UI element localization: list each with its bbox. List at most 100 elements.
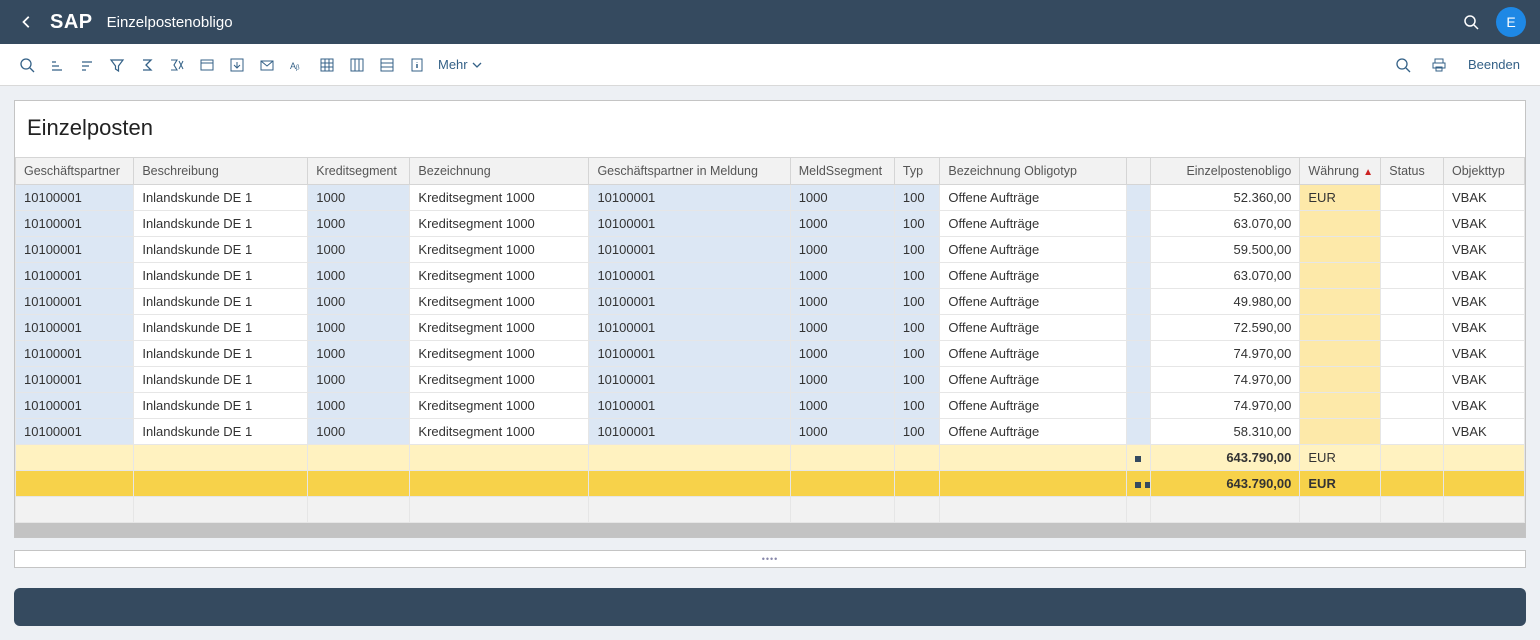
grid-button[interactable] <box>312 50 342 80</box>
cell-status <box>1381 419 1444 445</box>
cell-gp: 10100001 <box>16 237 134 263</box>
col-status[interactable]: Status <box>1381 158 1444 185</box>
user-avatar[interactable]: E <box>1496 7 1526 37</box>
col-bez[interactable]: Bezeichnung <box>410 158 589 185</box>
cell-otyp: VBAK <box>1444 289 1525 315</box>
col-besch[interactable]: Beschreibung <box>134 158 308 185</box>
col-flag[interactable] <box>1127 158 1150 185</box>
subtotal-button[interactable] <box>162 50 192 80</box>
cell-besch: Inlandskunde DE 1 <box>134 367 308 393</box>
cell-bezot: Offene Aufträge <box>940 393 1127 419</box>
cell-gp: 10100001 <box>16 315 134 341</box>
col-gp[interactable]: Geschäftspartner <box>16 158 134 185</box>
export-button[interactable] <box>222 50 252 80</box>
cell-bezot: Offene Aufträge <box>940 341 1127 367</box>
cell-ep: 52.360,00 <box>1150 185 1300 211</box>
cell-besch <box>134 471 308 497</box>
col-typ[interactable]: Typ <box>894 158 940 185</box>
col-otyp[interactable]: Objekttyp <box>1444 158 1525 185</box>
cell-bezot <box>940 471 1127 497</box>
cell-gp: 10100001 <box>16 367 134 393</box>
cell-typ: 100 <box>894 185 940 211</box>
cell-typ: 100 <box>894 341 940 367</box>
cell-bez: Kreditsegment 1000 <box>410 341 589 367</box>
table-row[interactable]: 10100001Inlandskunde DE 11000Kreditsegme… <box>16 315 1525 341</box>
cell-wkz <box>1300 315 1381 341</box>
line-items-table[interactable]: GeschäftspartnerBeschreibungKreditsegmen… <box>15 157 1525 523</box>
col-wkz[interactable]: Währung▲ <box>1300 158 1381 185</box>
shell-header: SAP Einzelpostenobligo E <box>0 0 1540 44</box>
sort-asc-button[interactable] <box>42 50 72 80</box>
table-row[interactable]: 10100001Inlandskunde DE 11000Kreditsegme… <box>16 237 1525 263</box>
cell-otyp: VBAK <box>1444 341 1525 367</box>
cell-besch <box>134 445 308 471</box>
cell-kseg: 1000 <box>308 315 410 341</box>
col-gpm[interactable]: Geschäftspartner in Meldung <box>589 158 790 185</box>
cell-bez: Kreditsegment 1000 <box>410 263 589 289</box>
cell-gpm: 10100001 <box>589 367 790 393</box>
cell-gpm: 10100001 <box>589 211 790 237</box>
grandtotal-row: 643.790,00EUR <box>16 471 1525 497</box>
cell-kseg: 1000 <box>308 367 410 393</box>
sort-desc-button[interactable] <box>72 50 102 80</box>
layout-button[interactable] <box>192 50 222 80</box>
table-row[interactable]: 10100001Inlandskunde DE 11000Kreditsegme… <box>16 341 1525 367</box>
filter-button[interactable] <box>102 50 132 80</box>
cell-bez: Kreditsegment 1000 <box>410 367 589 393</box>
find-button[interactable] <box>1388 50 1418 80</box>
cell-kseg: 1000 <box>308 237 410 263</box>
svg-text:Aᵦ: Aᵦ <box>290 61 300 71</box>
cell-wkz: EUR <box>1300 471 1381 497</box>
cell-wkz: EUR <box>1300 445 1381 471</box>
table-row[interactable]: 10100001Inlandskunde DE 11000Kreditsegme… <box>16 393 1525 419</box>
splitter-handle[interactable]: •••• <box>14 550 1526 568</box>
grid3-button[interactable] <box>372 50 402 80</box>
print-button[interactable] <box>1424 50 1454 80</box>
cell-msseg: 1000 <box>790 237 894 263</box>
cell-otyp: VBAK <box>1444 211 1525 237</box>
cell-gp: 10100001 <box>16 341 134 367</box>
col-msseg[interactable]: MeldSsegment <box>790 158 894 185</box>
cell-gpm: 10100001 <box>589 393 790 419</box>
cell-wkz <box>1300 211 1381 237</box>
grid2-button[interactable] <box>342 50 372 80</box>
more-menu[interactable]: Mehr <box>432 57 488 72</box>
cell-kseg: 1000 <box>308 185 410 211</box>
cell-gpm: 10100001 <box>589 237 790 263</box>
table-row[interactable]: 10100001Inlandskunde DE 11000Kreditsegme… <box>16 263 1525 289</box>
table-row[interactable]: 10100001Inlandskunde DE 11000Kreditsegme… <box>16 211 1525 237</box>
cell-gpm: 10100001 <box>589 289 790 315</box>
cell-otyp: VBAK <box>1444 367 1525 393</box>
table-row[interactable]: 10100001Inlandskunde DE 11000Kreditsegme… <box>16 367 1525 393</box>
cell-gpm: 10100001 <box>589 341 790 367</box>
cell-ep: 63.070,00 <box>1150 263 1300 289</box>
cell-typ: 100 <box>894 419 940 445</box>
table-row[interactable]: 10100001Inlandskunde DE 11000Kreditsegme… <box>16 289 1525 315</box>
col-ep[interactable]: Einzelpostenobligo <box>1150 158 1300 185</box>
cell-ep: 74.970,00 <box>1150 393 1300 419</box>
cell-kseg: 1000 <box>308 419 410 445</box>
table-row[interactable]: 10100001Inlandskunde DE 11000Kreditsegme… <box>16 185 1525 211</box>
cell-bezot: Offene Aufträge <box>940 237 1127 263</box>
col-kseg[interactable]: Kreditsegment <box>308 158 410 185</box>
abc-button[interactable]: Aᵦ <box>282 50 312 80</box>
table-row[interactable]: 10100001Inlandskunde DE 11000Kreditsegme… <box>16 419 1525 445</box>
info-button[interactable] <box>402 50 432 80</box>
cell-typ: 100 <box>894 289 940 315</box>
exit-button[interactable]: Beenden <box>1460 57 1528 72</box>
cell-gpm: 10100001 <box>589 419 790 445</box>
cell-msseg: 1000 <box>790 315 894 341</box>
back-button[interactable] <box>14 9 40 35</box>
cell-ep: 59.500,00 <box>1150 237 1300 263</box>
mail-button[interactable] <box>252 50 282 80</box>
cell-typ: 100 <box>894 237 940 263</box>
horizontal-scrollbar[interactable] <box>15 523 1525 537</box>
chevron-down-icon <box>472 60 482 70</box>
cell-wkz <box>1300 289 1381 315</box>
detail-button[interactable] <box>12 50 42 80</box>
cell-msseg: 1000 <box>790 341 894 367</box>
sum-button[interactable] <box>132 50 162 80</box>
shell-search-button[interactable] <box>1456 7 1486 37</box>
panel-title: Einzelposten <box>15 101 1525 157</box>
col-bezot[interactable]: Bezeichnung Obligotyp <box>940 158 1127 185</box>
